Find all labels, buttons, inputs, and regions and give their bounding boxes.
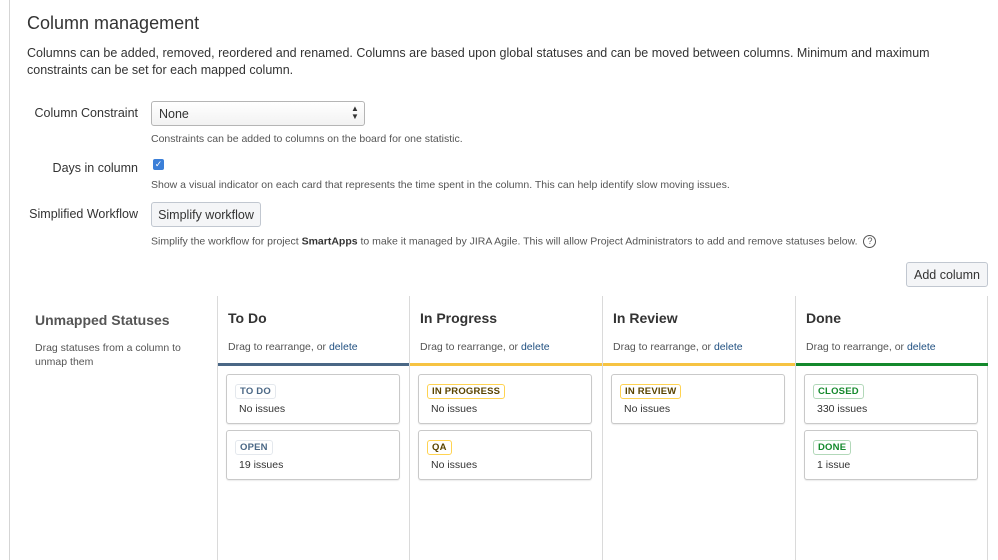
column-subtitle: Drag to rearrange, or delete (613, 341, 743, 353)
unmapped-statuses-title: Unmapped Statuses (35, 312, 170, 328)
column-subtitle-text: Drag to rearrange, or (228, 341, 329, 353)
status-card[interactable]: IN REVIEW No issues (611, 374, 785, 424)
column-subtitle: Drag to rearrange, or delete (228, 341, 358, 353)
workflow-help-suffix: to make it managed by JIRA Agile. This w… (357, 235, 858, 248)
issue-count: 330 issues (817, 403, 868, 415)
simplified-workflow-help: Simplify the workflow for project SmartA… (151, 235, 877, 248)
issue-count: 19 issues (239, 459, 284, 471)
column-constraint-select[interactable]: None ▲ ▼ (151, 101, 365, 126)
delete-column-link[interactable]: delete (521, 341, 550, 353)
days-in-column-checkbox[interactable]: ✓ (153, 159, 164, 170)
issue-count: No issues (431, 459, 478, 471)
board-column[interactable]: To Do Drag to rearrange, or delete TO DO No… (217, 296, 410, 560)
column-category-bar (603, 363, 795, 366)
column-title[interactable]: In Review (613, 310, 678, 326)
simplify-workflow-button[interactable]: Simplify workflow (151, 202, 261, 227)
page-title: Column management (27, 13, 200, 33)
status-card[interactable]: QA No issues (418, 430, 592, 480)
status-lozenge: TO DO (235, 384, 276, 399)
simplified-workflow-label: Simplified Workflow (29, 207, 138, 221)
status-card[interactable]: TO DO No issues (226, 374, 400, 424)
delete-column-link[interactable]: delete (714, 341, 743, 353)
page-description: Columns can be added, removed, reordered… (27, 46, 930, 77)
issue-count: No issues (624, 403, 671, 415)
board-column[interactable]: In Review Drag to rearrange, or delete IN … (602, 296, 795, 560)
status-lozenge: OPEN (235, 440, 273, 455)
column-constraint-label: Column Constraint (34, 106, 138, 120)
add-column-button[interactable]: Add column (906, 262, 988, 287)
column-category-bar (218, 363, 410, 366)
unmapped-statuses-description: Drag statuses from a column to unmap the… (35, 342, 181, 368)
issue-count: 1 issue (817, 459, 851, 471)
column-title[interactable]: In Progress (420, 310, 497, 326)
column-subtitle: Drag to rearrange, or delete (420, 341, 550, 353)
status-lozenge: QA (427, 440, 452, 455)
column-title[interactable]: Done (806, 310, 841, 326)
column-subtitle-text: Drag to rearrange, or (806, 341, 907, 353)
status-lozenge: IN PROGRESS (427, 384, 506, 399)
issue-count: No issues (239, 403, 286, 415)
board-column[interactable]: In Progress Drag to rearrange, or delete I… (409, 296, 602, 560)
board-column[interactable]: Done Drag to rearrange, or delete CLOSED 33… (795, 296, 988, 560)
status-lozenge: CLOSED (813, 384, 864, 399)
column-category-bar (410, 363, 602, 366)
column-management-page: Column management Columns can be added, … (10, 0, 998, 560)
column-category-bar (796, 363, 988, 366)
help-icon[interactable]: ? (863, 235, 877, 248)
delete-column-link[interactable]: delete (907, 341, 936, 353)
status-lozenge: IN REVIEW (620, 384, 682, 399)
checkmark-icon: ✓ (154, 159, 163, 169)
status-card[interactable]: CLOSED 330 issues (804, 374, 978, 424)
column-title[interactable]: To Do (228, 310, 267, 326)
workflow-help-project: SmartApps (301, 235, 358, 248)
column-subtitle-text: Drag to rearrange, or (613, 341, 714, 353)
column-constraint-value: None (159, 107, 189, 121)
select-arrows-icon: ▲ ▼ (351, 104, 359, 121)
column-constraint-help: Constraints can be added to columns on t… (151, 133, 463, 145)
days-in-column-help: Show a visual indicator on each card tha… (151, 179, 730, 191)
status-card[interactable]: IN PROGRESS No issues (418, 374, 592, 424)
status-card[interactable]: OPEN 19 issues (226, 430, 400, 480)
workflow-help-prefix: Simplify the workflow for project (151, 235, 302, 248)
status-card[interactable]: DONE 1 issue (804, 430, 978, 480)
column-subtitle: Drag to rearrange, or delete (806, 341, 936, 353)
days-in-column-label: Days in column (52, 161, 138, 175)
status-lozenge: DONE (813, 440, 852, 455)
column-subtitle-text: Drag to rearrange, or (420, 341, 521, 353)
issue-count: No issues (431, 403, 478, 415)
delete-column-link[interactable]: delete (329, 341, 358, 353)
